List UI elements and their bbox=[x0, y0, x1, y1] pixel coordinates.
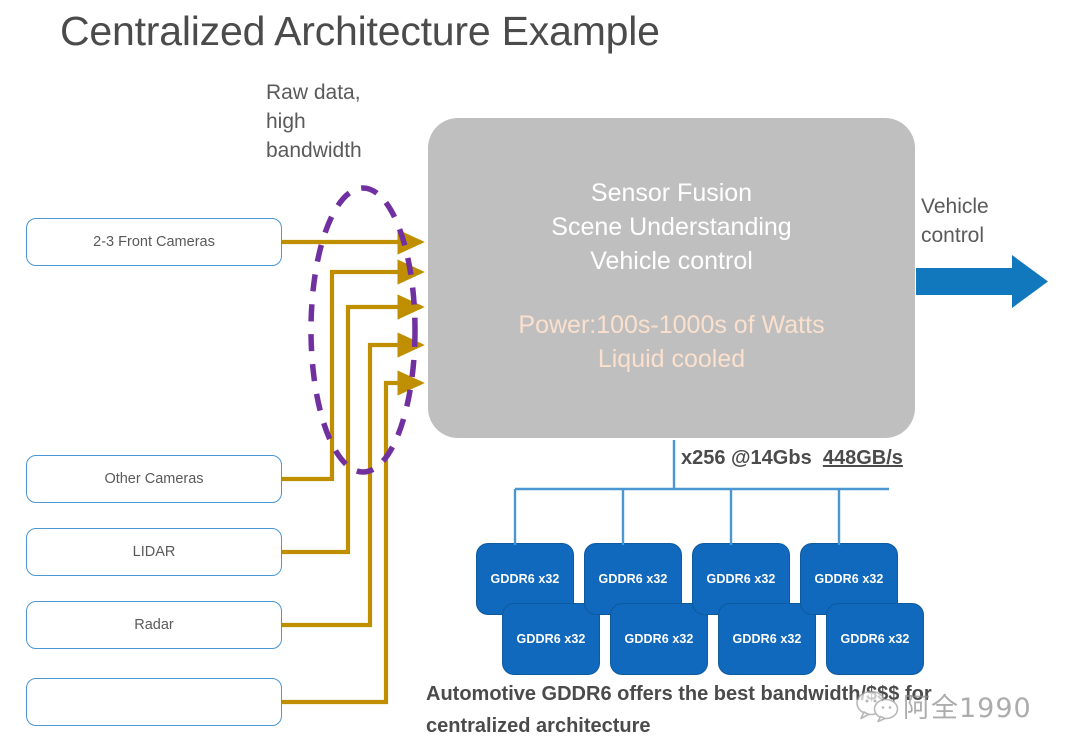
wire-radar bbox=[282, 332, 425, 628]
raw-data-line-2: high bbox=[266, 110, 306, 133]
vehicle-control-output-arrow bbox=[916, 255, 1048, 308]
sensor-label-front-cameras: 2-3 Front Cameras bbox=[93, 234, 215, 250]
gddr6-block-label: GDDR6 x32 bbox=[706, 572, 776, 586]
vehicle-control-line-2: control bbox=[921, 224, 985, 247]
gddr6-block-front[interactable]: GDDR6 x32 bbox=[826, 603, 924, 675]
raw-data-annotation: Raw data, high bandwidth bbox=[266, 78, 416, 165]
vehicle-control-line-1: Vehicle bbox=[921, 195, 989, 218]
sensor-box-radar[interactable]: Radar bbox=[26, 601, 282, 649]
footer-statement: Automotive GDDR6 offers the best bandwid… bbox=[426, 678, 1006, 742]
sensor-box-unlabeled[interactable] bbox=[26, 678, 282, 726]
central-primary-line-1: Sensor Fusion bbox=[590, 179, 753, 207]
central-primary-line-3: Vehicle control bbox=[590, 247, 753, 275]
bandwidth-value: 448GB/s bbox=[822, 447, 903, 469]
wire-lidar bbox=[282, 294, 425, 555]
slide-canvas: Centralized Architecture Example Raw dat… bbox=[0, 0, 1080, 756]
raw-data-line-1: Raw data, bbox=[266, 81, 361, 104]
gddr6-block-label: GDDR6 x32 bbox=[840, 632, 910, 646]
sensor-box-lidar[interactable]: LIDAR bbox=[26, 528, 282, 576]
raw-data-line-3: bandwidth bbox=[266, 139, 362, 162]
gddr6-block-label: GDDR6 x32 bbox=[490, 572, 560, 586]
sensor-label-radar: Radar bbox=[134, 617, 174, 633]
footer-statement-line-1: Automotive GDDR6 offers the best bandwid… bbox=[426, 683, 932, 705]
gddr6-stack-4: GDDR6 x32 GDDR6 x32 bbox=[800, 543, 926, 677]
raw-data-highlight-ellipse bbox=[308, 185, 418, 475]
central-secondary-line-1: Power:100s-1000s of Watts bbox=[518, 311, 825, 339]
vehicle-control-annotation: Vehicle control bbox=[921, 192, 1071, 250]
page-title: Centralized Architecture Example bbox=[60, 8, 660, 54]
footer-statement-line-2: centralized architecture bbox=[426, 715, 651, 737]
central-secondary-line-2: Liquid cooled bbox=[597, 345, 746, 373]
central-box-text: Sensor Fusion Scene Understanding Vehicl… bbox=[428, 176, 915, 376]
bandwidth-caption: x256 @14Gbs 448GB/s bbox=[681, 447, 903, 470]
gddr6-block-label: GDDR6 x32 bbox=[598, 572, 668, 586]
gddr6-block-label: GDDR6 x32 bbox=[624, 632, 694, 646]
gddr6-block-label: GDDR6 x32 bbox=[732, 632, 802, 646]
wire-unlabeled-sensor bbox=[282, 370, 425, 705]
sensor-label-lidar: LIDAR bbox=[132, 544, 176, 560]
wire-other-cameras bbox=[282, 259, 425, 482]
sensor-label-other-cameras: Other Cameras bbox=[104, 471, 204, 487]
central-primary-line-2: Scene Understanding bbox=[551, 213, 792, 241]
gddr6-block-label: GDDR6 x32 bbox=[814, 572, 884, 586]
sensor-box-front-cameras[interactable]: 2-3 Front Cameras bbox=[26, 218, 282, 266]
central-compute-box: Sensor Fusion Scene Understanding Vehicl… bbox=[428, 118, 915, 438]
sensor-box-other-cameras[interactable]: Other Cameras bbox=[26, 455, 282, 503]
gddr6-block-label: GDDR6 x32 bbox=[516, 632, 586, 646]
bandwidth-prefix: x256 @14Gbs bbox=[681, 447, 812, 469]
central-text-spacer bbox=[428, 278, 915, 308]
